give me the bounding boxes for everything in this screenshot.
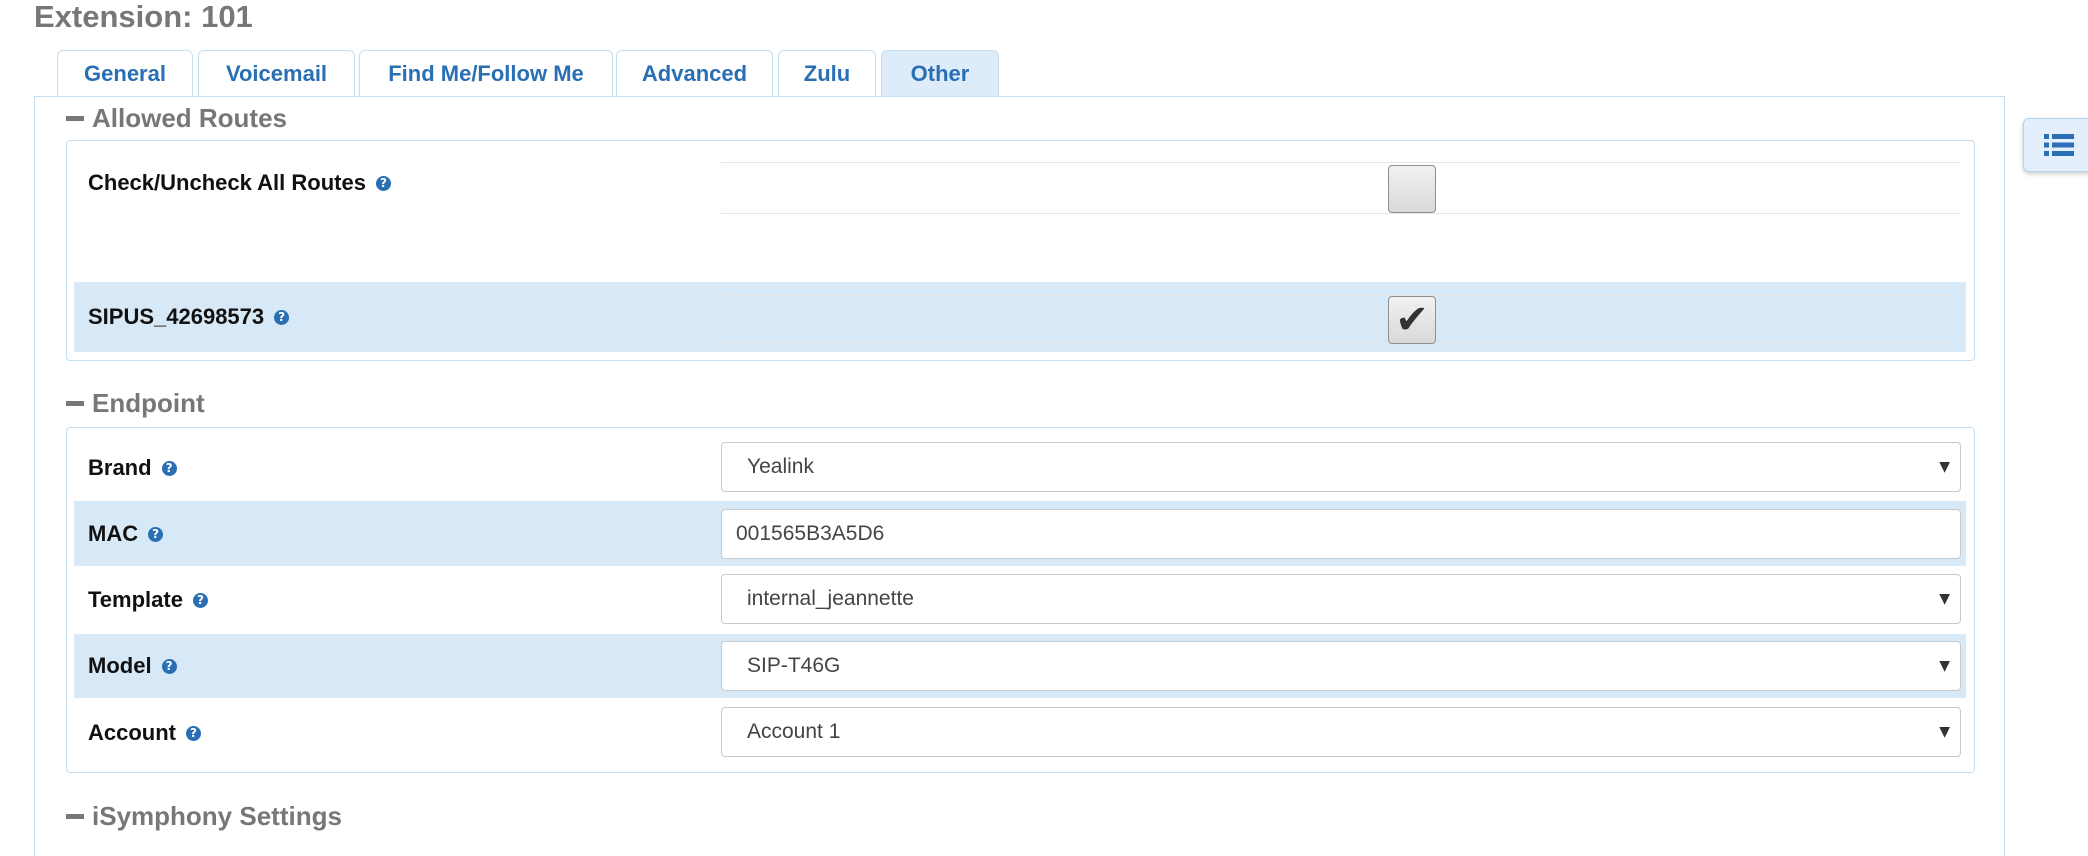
selected-value: SIP-T46G xyxy=(747,654,841,677)
section-endpoint-header[interactable]: Endpoint xyxy=(66,388,205,419)
sipus-route-checkbox[interactable]: ✔ xyxy=(1388,296,1436,344)
minus-icon xyxy=(66,814,84,819)
side-menu-button[interactable] xyxy=(2023,118,2088,172)
section-title: Endpoint xyxy=(92,388,205,418)
help-circle-icon[interactable]: ? xyxy=(274,309,290,325)
mac-input[interactable]: 001565B3A5D6 xyxy=(721,509,1961,559)
minus-icon xyxy=(66,116,84,121)
checkbox-cell: ✔ xyxy=(721,295,1961,344)
tab-general[interactable]: General xyxy=(57,50,193,96)
page-title: Extension: 101 xyxy=(34,0,253,34)
model-select[interactable]: SIP-T46G ▼ xyxy=(721,641,1961,691)
field-label-text: Brand xyxy=(88,455,152,480)
help-circle-icon[interactable]: ? xyxy=(161,658,177,674)
endpoint-row-account: Account ? Account 1 ▼ xyxy=(74,700,1966,764)
selected-value: Yealink xyxy=(747,455,814,478)
field-label: MAC ? xyxy=(88,521,164,547)
section-title: iSymphony Settings xyxy=(92,801,342,831)
tab-other[interactable]: Other xyxy=(881,50,999,96)
help-circle-icon[interactable]: ? xyxy=(375,175,391,191)
field-label-text: Model xyxy=(88,653,152,678)
section-title: Allowed Routes xyxy=(92,103,288,133)
list-icon xyxy=(2044,134,2074,156)
section-allowed-routes-header[interactable]: Allowed Routes xyxy=(66,103,287,134)
help-circle-icon[interactable]: ? xyxy=(192,592,208,608)
field-label-text: MAC xyxy=(88,521,139,546)
template-select[interactable]: internal_jeannette ▼ xyxy=(721,574,1961,624)
route-label-text: Check/Uncheck All Routes xyxy=(88,170,366,195)
selected-value: internal_jeannette xyxy=(747,587,914,610)
field-label-text: Template xyxy=(88,587,183,612)
route-row-sipus: SIPUS_42698573 ? ✔ xyxy=(74,282,1966,352)
route-label: SIPUS_42698573 ? xyxy=(88,304,290,330)
endpoint-row-template: Template ? internal_jeannette ▼ xyxy=(74,568,1966,631)
brand-select[interactable]: Yealink ▼ xyxy=(721,442,1961,492)
field-label: Account ? xyxy=(88,720,201,746)
input-value: 001565B3A5D6 xyxy=(736,522,885,545)
field-label: Model ? xyxy=(88,653,177,679)
checkbox-cell xyxy=(721,162,1961,214)
help-circle-icon[interactable]: ? xyxy=(186,725,201,741)
field-label: Template ? xyxy=(88,587,208,613)
help-circle-icon[interactable]: ? xyxy=(161,460,177,476)
account-select[interactable]: Account 1 ▼ xyxy=(721,707,1961,757)
endpoint-row-model: Model ? SIP-T46G ▼ xyxy=(74,634,1966,698)
tab-voicemail[interactable]: Voicemail xyxy=(198,50,355,96)
field-label: Brand ? xyxy=(88,455,177,481)
route-label: Check/Uncheck All Routes ? xyxy=(88,170,391,196)
caret-down-icon: ▼ xyxy=(1939,724,1950,740)
route-row-check-all: Check/Uncheck All Routes ? xyxy=(74,149,1966,279)
caret-down-icon: ▼ xyxy=(1939,591,1950,607)
help-circle-icon[interactable]: ? xyxy=(148,526,164,542)
tab-advanced[interactable]: Advanced xyxy=(616,50,773,96)
checkmark-icon: ✔ xyxy=(1395,297,1429,343)
route-label-text: SIPUS_42698573 xyxy=(88,304,265,329)
section-isymphony-header[interactable]: iSymphony Settings xyxy=(66,801,342,832)
check-all-routes-checkbox[interactable] xyxy=(1388,165,1436,213)
minus-icon xyxy=(66,401,84,406)
caret-down-icon: ▼ xyxy=(1939,459,1950,475)
caret-down-icon: ▼ xyxy=(1939,658,1950,674)
tab-find-me-follow-me[interactable]: Find Me/Follow Me xyxy=(359,50,613,96)
endpoint-row-mac: MAC ? 001565B3A5D6 xyxy=(74,501,1966,566)
field-label-text: Account xyxy=(88,720,176,745)
endpoint-row-brand: Brand ? Yealink ▼ xyxy=(74,436,1966,498)
tab-zulu[interactable]: Zulu xyxy=(778,50,876,96)
selected-value: Account 1 xyxy=(747,720,841,743)
